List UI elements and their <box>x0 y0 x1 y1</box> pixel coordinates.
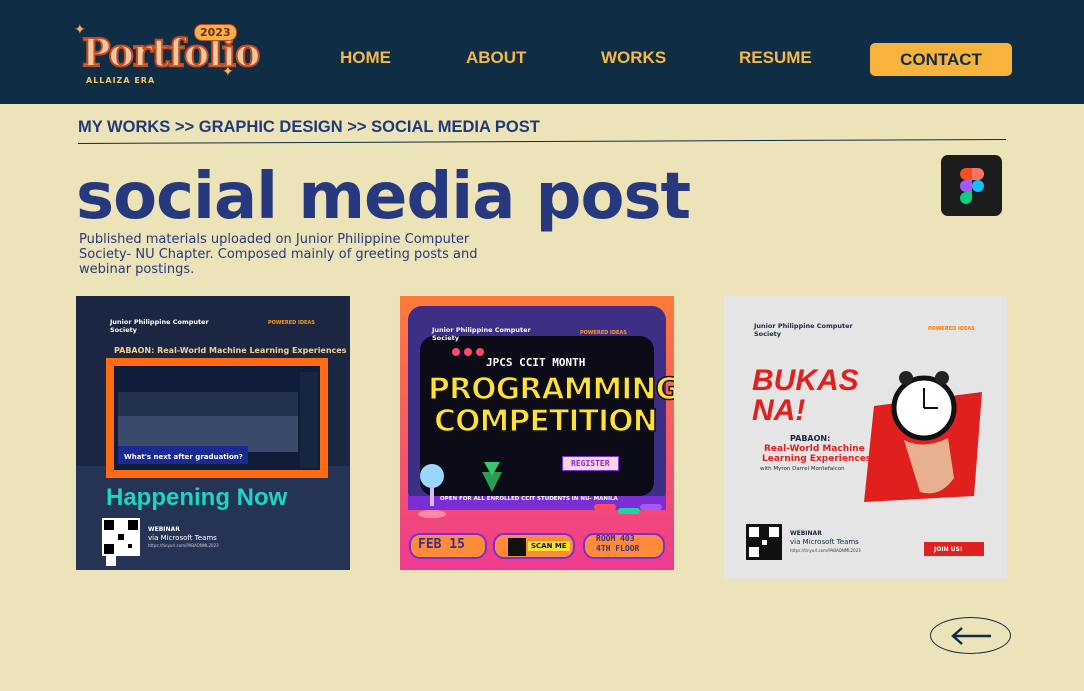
pabaon-label: PABAON: <box>790 434 831 443</box>
nav-about[interactable]: ABOUT <box>466 48 526 68</box>
qr-code <box>102 518 140 556</box>
logo-subtitle: ALLAIZA ERA <box>86 76 156 85</box>
status-headline: Happening Now <box>106 484 288 511</box>
breadcrumb-my-works[interactable]: MY WORKS <box>78 118 170 136</box>
arrow-left-icon <box>950 626 991 645</box>
partner-logo: POWERED IDEAS <box>268 320 315 326</box>
page-description: Published materials uploaded on Junior P… <box>79 232 478 277</box>
scan-me-label: SCAN ME <box>528 541 570 551</box>
breadcrumb-graphic-design[interactable]: GRAPHIC DESIGN <box>199 118 343 136</box>
divider <box>78 138 1006 145</box>
floor-number: 4TH FLOOR <box>596 544 640 553</box>
figma-icon <box>941 155 1002 216</box>
partner-logo: POWERED IDEAS <box>928 326 975 332</box>
eligibility-note: OPEN FOR ALL ENROLLED CCIT STUDENTS IN N… <box>440 496 618 502</box>
breadcrumb-separator: >> <box>342 118 372 136</box>
qr-code <box>508 538 526 556</box>
room-number: ROOM 403 <box>596 534 635 543</box>
breadcrumb: MY WORKS >> GRAPHIC DESIGN >> SOCIAL MED… <box>78 118 540 137</box>
portfolio-logo[interactable]: ✦ ✦ Portfolio 2023 ALLAIZA ERA <box>74 20 261 90</box>
breadcrumb-separator: >> <box>170 118 199 136</box>
headline-line1: BUKAS <box>752 364 859 397</box>
back-button[interactable] <box>930 617 1011 654</box>
org-name: Junior Philippine Computer Society <box>754 322 853 338</box>
org-name: Junior Philippine Computer Society <box>110 318 209 334</box>
webinar-platform: via Microsoft Teams <box>148 534 217 542</box>
nav-resume[interactable]: RESUME <box>739 48 812 68</box>
topic-line1: Real-World Machine <box>764 444 865 454</box>
org-name: Junior Philippine Computer Society <box>432 326 531 342</box>
webinar-link: https://tinyurl.com/PABAONML2023 <box>148 543 219 548</box>
webinar-link: https://tinyurl.com/PABAONML2023 <box>790 548 861 553</box>
join-us-label: JOIN US! <box>934 546 963 553</box>
webinar-platform: via Microsoft Teams <box>790 538 859 546</box>
post-card-pabaon-happening-now[interactable]: Junior Philippine Computer Society POWER… <box>76 296 350 570</box>
webinar-label: WEBINAR <box>148 526 180 533</box>
topic-line2: Learning Experiences <box>762 454 872 464</box>
webinar-label: WEBINAR <box>790 530 822 537</box>
headline-line2: NA! <box>752 394 806 427</box>
nav-works[interactable]: WORKS <box>601 48 666 68</box>
competition-title-line2: COMPETITION <box>433 403 658 440</box>
post-card-bukas-na[interactable]: Junior Philippine Computer Society POWER… <box>724 296 1007 579</box>
event-name: JPCS CCIT MONTH <box>486 356 586 369</box>
register-button: REGISTER <box>562 456 619 471</box>
event-date: FEB 15 <box>418 537 465 552</box>
qr-code <box>746 524 782 560</box>
webinar-question: What's next after graduation? <box>124 453 243 461</box>
speaker-name: with Myron Darrel Montefalcon <box>760 466 845 472</box>
partner-logo: POWERED IDEAS <box>580 330 627 336</box>
competition-title-line1: PROGRAMMING <box>427 371 674 408</box>
breadcrumb-social-media-post: SOCIAL MEDIA POST <box>371 118 540 136</box>
page-title: social media post <box>76 160 691 234</box>
webinar-headline: PABAON: Real-World Machine Learning Expe… <box>114 346 347 355</box>
logo-year-badge: 2023 <box>194 24 237 41</box>
contact-button[interactable]: CONTACT <box>870 43 1012 76</box>
nav-home[interactable]: HOME <box>340 48 391 68</box>
post-card-programming-competition[interactable]: Junior Philippine Computer Society POWER… <box>400 296 674 570</box>
site-header: ✦ ✦ Portfolio 2023 ALLAIZA ERA HOME ABOU… <box>0 0 1084 104</box>
